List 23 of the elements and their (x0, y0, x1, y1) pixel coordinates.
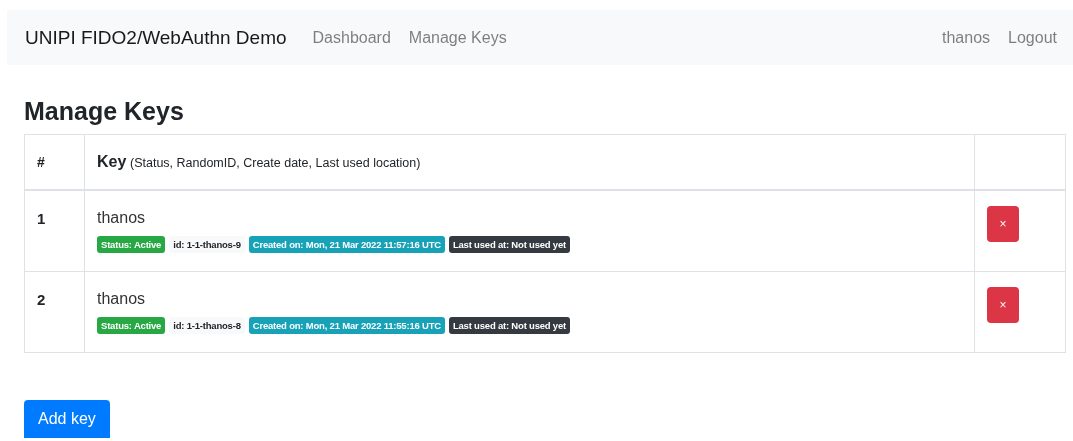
badge: Status: Active (97, 236, 166, 253)
badge: Created on: Mon, 21 Mar 2022 11:55:16 UTC (248, 317, 445, 334)
add-key-button[interactable]: Add key (24, 400, 110, 438)
key-name: thanos (97, 290, 147, 308)
row-number: 2 (37, 291, 46, 308)
badge: id: 1-1-thanos-8 (169, 317, 245, 334)
badge: id: 1-1-thanos-9 (169, 236, 245, 253)
badge: Last used at: Not used yet (448, 236, 570, 253)
badge: Created on: Mon, 21 Mar 2022 11:57:16 UTC (248, 236, 445, 253)
row-number: 1 (37, 210, 46, 227)
delete-button[interactable]: × (987, 287, 1019, 323)
badge: Status: Active (97, 317, 166, 334)
delete-button[interactable]: × (987, 206, 1019, 242)
logout-link[interactable]: Logout (1008, 28, 1057, 47)
column-header: Key (Status, RandomID, Create date, Last used location) (97, 155, 421, 170)
key-name: thanos (97, 209, 147, 227)
page-heading: Manage Keys (24, 96, 185, 126)
badge: Last used at: Not used yet (448, 317, 570, 334)
user-link[interactable]: thanos (942, 28, 991, 47)
nav-link[interactable]: Manage Keys (408, 28, 507, 47)
brand-link[interactable]: UNIPI FIDO2/WebAuthn Demo (25, 26, 287, 49)
column-header: # (37, 154, 45, 170)
nav-link[interactable]: Dashboard (312, 28, 391, 47)
